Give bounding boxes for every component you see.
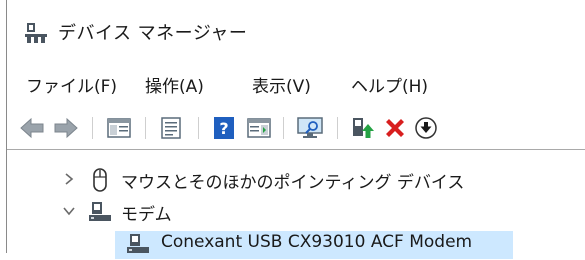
forward-arrow-icon[interactable]	[53, 115, 79, 141]
update-driver-icon[interactable]	[350, 115, 376, 141]
chevron-down-icon[interactable]	[61, 203, 77, 219]
action-pane-icon[interactable]	[246, 115, 272, 141]
tree-node-label: Conexant USB CX93010 ACF Modem	[161, 232, 473, 252]
toolbar-separator	[92, 117, 93, 139]
device-tree: マウスとそのほかのポインティング デバイス モデム Conexant USB C…	[7, 150, 585, 259]
mouse-icon	[87, 168, 113, 192]
menu-file[interactable]: ファイル(F)	[26, 72, 117, 97]
back-arrow-icon[interactable]	[19, 115, 45, 141]
toolbar-separator	[145, 117, 146, 139]
menu-bar: ファイル(F) 操作(A) 表示(V) ヘルプ(H)	[7, 58, 585, 108]
show-hide-console-tree-icon[interactable]	[106, 115, 132, 141]
menu-help[interactable]: ヘルプ(H)	[351, 72, 428, 97]
svg-text:?: ?	[219, 119, 228, 138]
window-title: デバイス マネージャー	[58, 23, 248, 44]
uninstall-device-icon[interactable]	[382, 115, 408, 141]
scan-hardware-changes-icon[interactable]	[297, 115, 323, 141]
toolbar-separator	[337, 117, 338, 139]
modem-icon	[87, 200, 113, 224]
help-icon[interactable]: ?	[211, 115, 237, 141]
device-manager-window: デバイス マネージャー ファイル(F) 操作(A) 表示(V) ヘルプ(H) ?	[6, 0, 585, 259]
chevron-right-icon[interactable]	[61, 171, 77, 187]
toolbar-separator	[198, 117, 199, 139]
disable-device-icon[interactable]	[413, 115, 439, 141]
toolbar-separator	[283, 117, 284, 139]
tree-node-conexant-modem[interactable]: Conexant USB CX93010 ACF Modem	[7, 229, 585, 259]
toolbar: ?	[7, 108, 585, 148]
device-manager-icon	[24, 20, 48, 44]
tree-node-label: モデム	[121, 205, 172, 225]
tree-node-label: マウスとそのほかのポインティング デバイス	[121, 173, 465, 193]
title-bar: デバイス マネージャー	[7, 0, 585, 50]
menu-operation[interactable]: 操作(A)	[145, 72, 204, 97]
tree-node-modem[interactable]: モデム	[7, 197, 585, 227]
properties-icon[interactable]	[158, 115, 184, 141]
menu-view[interactable]: 表示(V)	[252, 72, 311, 97]
modem-device-icon	[125, 232, 151, 256]
tree-node-mouse[interactable]: マウスとそのほかのポインティング デバイス	[7, 165, 585, 195]
